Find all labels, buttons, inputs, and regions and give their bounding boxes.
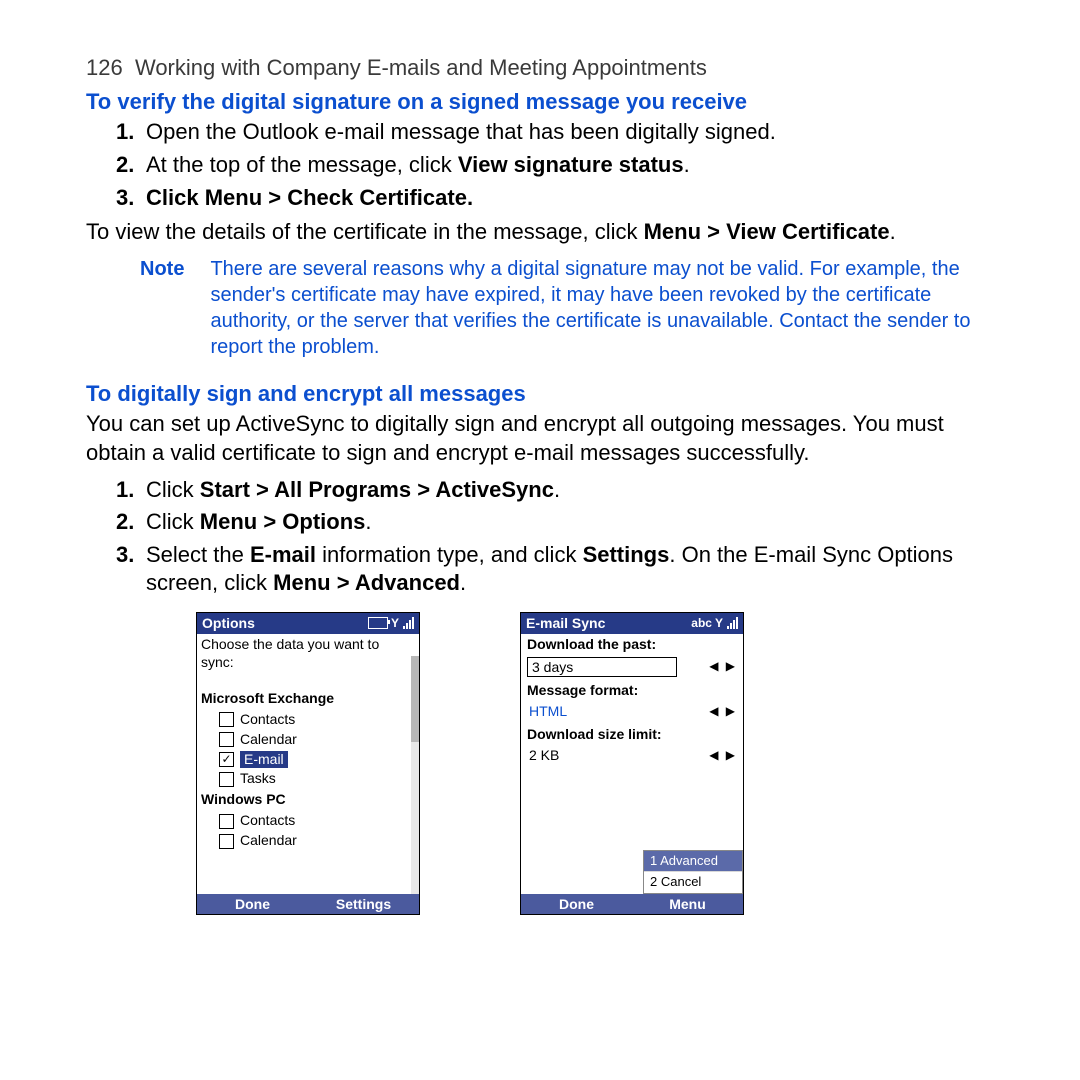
phone1-title: Options (202, 613, 255, 634)
battery-icon (368, 617, 388, 629)
step-3: Click Menu > Check Certificate. (140, 184, 994, 213)
signal-bars-icon (727, 617, 738, 629)
row-download-size[interactable]: 2 KB ◀ ▶ (521, 746, 743, 768)
checkbox-icon[interactable] (219, 834, 234, 849)
section-heading-encrypt: To digitally sign and encrypt all messag… (86, 380, 994, 408)
phone1-group2: Windows PC (197, 789, 419, 811)
menu-item-advanced[interactable]: 1 Advanced (644, 851, 742, 872)
opt-label: Contacts (240, 711, 295, 729)
phone-mockups: Options Y Choose the data you want to sy… (196, 612, 994, 915)
opt-label: Contacts (240, 812, 295, 830)
checkbox-icon[interactable] (219, 712, 234, 727)
page-header: 126 Working with Company E-mails and Mee… (86, 54, 994, 82)
menu-item-cancel[interactable]: 2 Cancel (644, 871, 742, 893)
opt-label: Calendar (240, 832, 297, 850)
phone1-titlebar: Options Y (197, 613, 419, 634)
softkey-done[interactable]: Done (521, 894, 632, 914)
step2-3: Select the E-mail information type, and … (140, 541, 994, 598)
opt-contacts-pc[interactable]: Contacts (197, 811, 419, 831)
opt-calendar-pc[interactable]: Calendar (197, 831, 419, 851)
phone1-subhead: Choose the data you want to sync: (197, 634, 419, 674)
phone1-status-icons: Y (368, 613, 414, 634)
steps-encrypt: Click Start > All Programs > ActiveSync.… (86, 476, 994, 598)
opt-label: Tasks (240, 770, 276, 788)
opt-email-ex[interactable]: ✓ E-mail (197, 750, 419, 770)
note-block: Note There are several reasons why a dig… (86, 256, 994, 360)
phone1-footer: Done Settings (197, 894, 419, 914)
label-message-format: Message format: (521, 680, 743, 702)
section-heading-verify: To verify the digital signature on a sig… (86, 88, 994, 116)
signal-bars-icon (403, 617, 414, 629)
popup-menu: 1 Advanced 2 Cancel (643, 850, 743, 894)
phone2-titlebar: E-mail Sync abc Y (521, 613, 743, 634)
note-text: There are several reasons why a digital … (210, 256, 994, 360)
checkbox-icon[interactable] (219, 732, 234, 747)
opt-contacts-ex[interactable]: Contacts (197, 710, 419, 730)
opt-calendar-ex[interactable]: Calendar (197, 730, 419, 750)
phone2-footer: Done Menu (521, 894, 743, 914)
softkey-settings[interactable]: Settings (308, 894, 419, 914)
phone-email-sync: E-mail Sync abc Y Download the past: 3 d… (520, 612, 744, 915)
signal-y-icon: Y (391, 613, 399, 634)
checkbox-icon[interactable] (219, 772, 234, 787)
opt-label-selected: E-mail (240, 751, 288, 769)
steps-verify: Open the Outlook e-mail message that has… (86, 118, 994, 212)
input-mode-label: abc (691, 613, 712, 634)
phone1-body: Choose the data you want to sync: Micros… (197, 634, 419, 894)
checkbox-checked-icon[interactable]: ✓ (219, 752, 234, 767)
softkey-menu[interactable]: Menu (632, 894, 743, 914)
chapter-title: Working with Company E-mails and Meeting… (135, 55, 707, 80)
phone1-group1: Microsoft Exchange (197, 688, 419, 710)
row-message-format[interactable]: HTML ◀ ▶ (521, 702, 743, 724)
para-encrypt: You can set up ActiveSync to digitally s… (86, 410, 994, 467)
para-view-cert: To view the details of the certificate i… (86, 218, 994, 246)
phone-options: Options Y Choose the data you want to sy… (196, 612, 420, 915)
phone2-title: E-mail Sync (526, 613, 605, 634)
label-download-past: Download the past: (521, 634, 743, 656)
value-download-size[interactable]: 2 KB (527, 747, 559, 765)
spinner-arrows-icon[interactable]: ◀ ▶ (709, 659, 737, 674)
value-message-format[interactable]: HTML (527, 703, 567, 721)
value-download-past[interactable]: 3 days (527, 657, 677, 677)
spinner-arrows-icon[interactable]: ◀ ▶ (709, 748, 737, 763)
scrollbar[interactable] (411, 656, 419, 894)
row-download-past[interactable]: 3 days ◀ ▶ (521, 656, 743, 680)
note-label: Note (140, 256, 184, 360)
step2-1: Click Start > All Programs > ActiveSync. (140, 476, 994, 505)
label-download-size: Download size limit: (521, 724, 743, 746)
checkbox-icon[interactable] (219, 814, 234, 829)
spinner-arrows-icon[interactable]: ◀ ▶ (709, 704, 737, 719)
scrollbar-thumb[interactable] (411, 656, 419, 742)
step-1: Open the Outlook e-mail message that has… (140, 118, 994, 147)
phone2-body: Download the past: 3 days ◀ ▶ Message fo… (521, 634, 743, 894)
opt-label: Calendar (240, 731, 297, 749)
phone2-status-icons: abc Y (691, 613, 738, 634)
page-number: 126 (86, 55, 123, 80)
step2-2: Click Menu > Options. (140, 508, 994, 537)
opt-tasks-ex[interactable]: Tasks (197, 769, 419, 789)
signal-y-icon: Y (715, 613, 723, 634)
step-2: At the top of the message, click View si… (140, 151, 994, 180)
softkey-done[interactable]: Done (197, 894, 308, 914)
